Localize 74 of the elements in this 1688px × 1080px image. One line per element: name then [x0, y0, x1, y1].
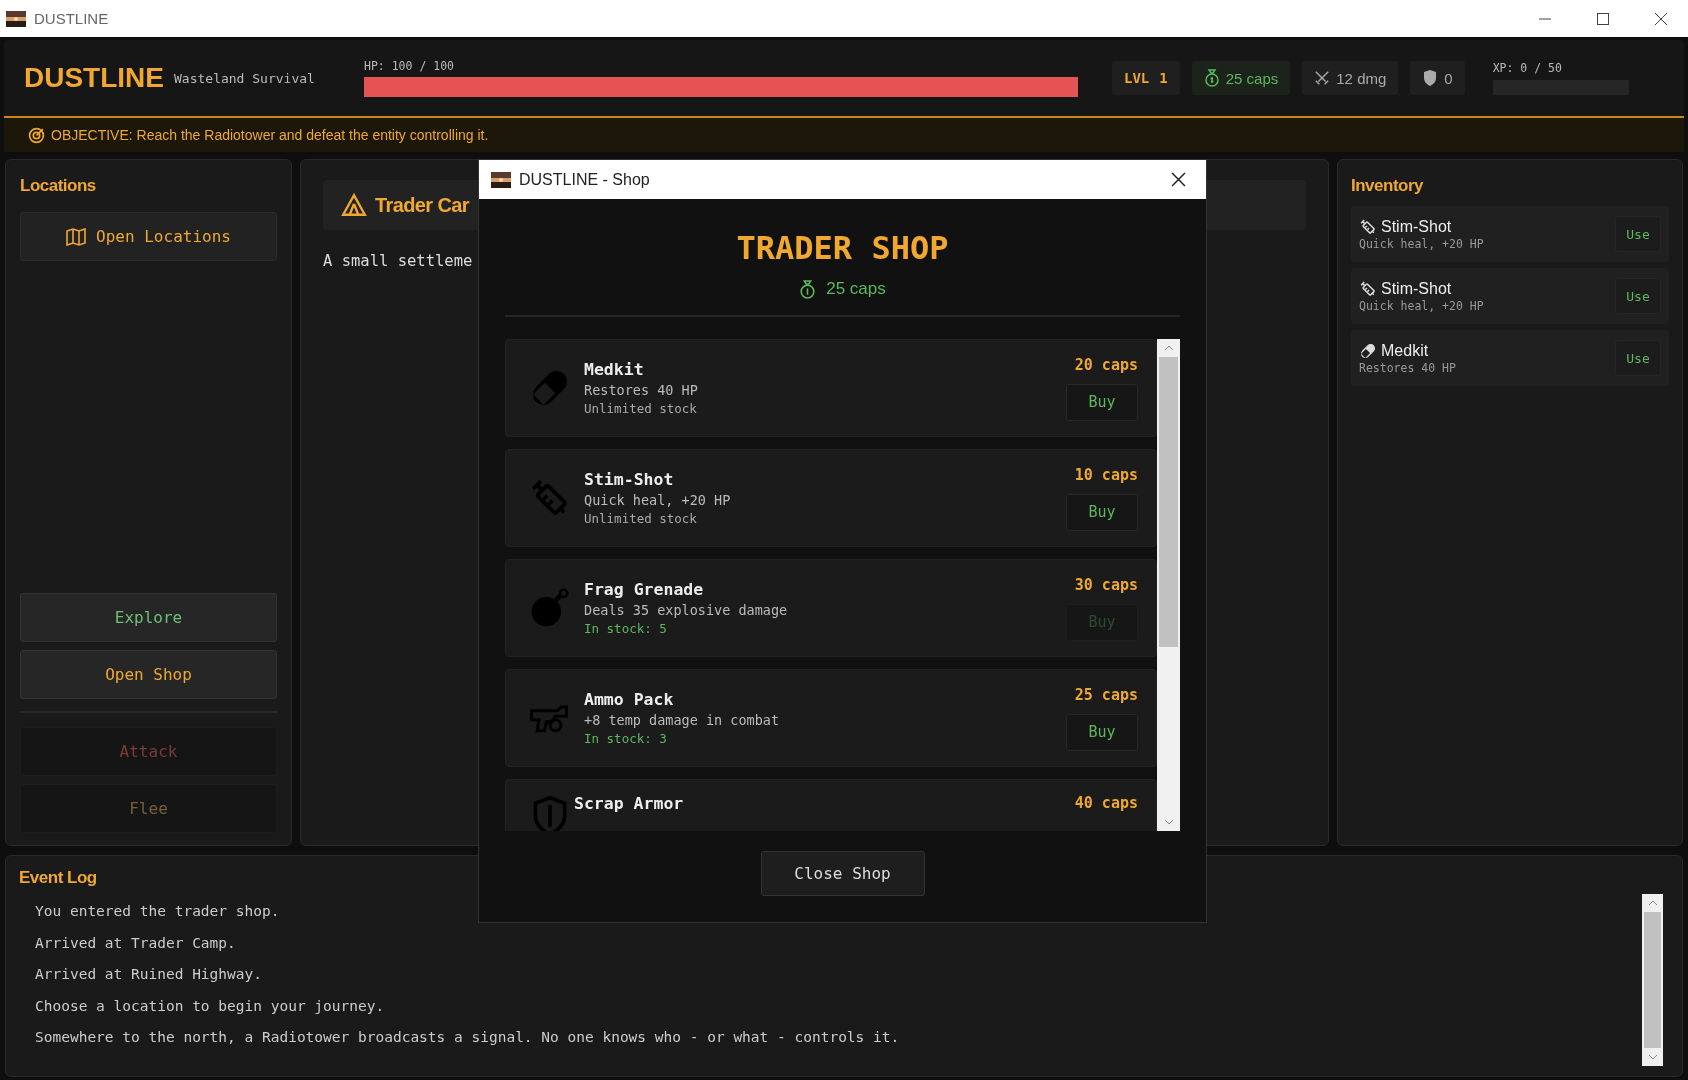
- use-button[interactable]: Use: [1615, 216, 1661, 252]
- map-icon: [66, 227, 87, 246]
- item-name: Frag Grenade: [584, 580, 705, 599]
- game-logo: DUSTLINE: [24, 62, 164, 94]
- caret-up-icon[interactable]: [1163, 345, 1174, 351]
- item-name: Medkit: [1381, 341, 1429, 360]
- item-description: Restores 40 HP: [1359, 360, 1457, 375]
- stock-label: In stock: 3: [584, 731, 668, 746]
- buy-button[interactable]: Buy: [1066, 383, 1138, 421]
- panel-title: Event Log: [19, 868, 97, 888]
- item-name: Medkit: [584, 360, 645, 379]
- hp-label: HP: 100 / 100: [364, 59, 455, 73]
- item-price: 40 caps: [1074, 794, 1138, 812]
- buy-button[interactable]: Buy: [1066, 493, 1138, 531]
- money-bag-icon: [799, 279, 817, 299]
- stock-label: Unlimited stock: [584, 511, 698, 526]
- level-badge: LVL 1: [1112, 61, 1180, 95]
- panel-title: Locations: [20, 176, 96, 196]
- app-icon: [6, 10, 26, 27]
- app-icon: [491, 171, 511, 188]
- stock-label: Unlimited stock: [584, 401, 698, 416]
- item-description: Quick heal, +20 HP: [584, 492, 732, 508]
- damage-badge: 12 dmg: [1302, 61, 1399, 95]
- location-description: A small settleme: [323, 252, 474, 270]
- buy-button[interactable]: Buy: [1066, 713, 1138, 751]
- tent-icon: [341, 193, 367, 217]
- caps-badge: 25 caps: [1191, 61, 1291, 95]
- use-button[interactable]: Use: [1615, 278, 1661, 314]
- log-entry: Arrived at Ruined Highway.: [35, 965, 263, 984]
- item-name: Stim-Shot: [1381, 279, 1452, 298]
- subtitle: Wasteland Survival: [174, 70, 316, 86]
- location-title: Trader Car: [375, 193, 470, 217]
- dialog-title: DUSTLINE - Shop: [519, 170, 650, 189]
- item-price: 20 caps: [1074, 355, 1138, 374]
- panel-title: Inventory: [1351, 176, 1424, 196]
- action-button[interactable]: Explore: [20, 593, 277, 642]
- caret-down-icon[interactable]: [1163, 819, 1174, 825]
- syringe-icon: [1359, 217, 1377, 236]
- objective-text: OBJECTIVE: Reach the Radiotower and defeat the entity controlling it.: [51, 127, 489, 143]
- scrollbar[interactable]: [1642, 894, 1663, 1066]
- close-shop-button[interactable]: Close Shop: [760, 851, 925, 896]
- xp-label: XP: 0 / 50: [1492, 61, 1563, 75]
- item-description: Restores 40 HP: [584, 382, 699, 398]
- scrollbar[interactable]: [1157, 339, 1180, 831]
- item-description: Quick heal, +20 HP: [1359, 236, 1485, 251]
- close-icon[interactable]: [1171, 172, 1186, 187]
- item-price: 30 caps: [1074, 575, 1138, 594]
- item-name: Scrap Armor: [574, 794, 685, 813]
- item-description: Quick heal, +20 HP: [1359, 298, 1485, 313]
- shop-heading: TRADER SHOP: [736, 229, 949, 267]
- syringe-icon: [1359, 279, 1377, 298]
- maximize-icon[interactable]: [1596, 11, 1610, 26]
- log-entry: You entered the trader shop.: [35, 902, 281, 921]
- item-price: 10 caps: [1074, 465, 1138, 484]
- item-name: Stim-Shot: [584, 470, 675, 489]
- action-button[interactable]: Open Shop: [20, 650, 277, 699]
- caret-up-icon[interactable]: [1647, 900, 1658, 906]
- log-entry: Somewhere to the north, a Radiotower broadcasts a signal. No one knows who - or what - controls it.: [35, 1028, 901, 1047]
- open-locations-button[interactable]: Open Locations: [20, 212, 277, 261]
- stock-label: In stock: 5: [584, 621, 668, 636]
- caps-amount: 25 caps: [826, 279, 886, 299]
- log-entry: Choose a location to begin your journey.: [35, 996, 386, 1016]
- armor-badge: 0: [1410, 61, 1465, 95]
- item-description: +8 temp damage in combat: [584, 712, 781, 728]
- log-entry: Arrived at Trader Camp.: [35, 933, 237, 953]
- close-icon[interactable]: [1654, 11, 1668, 26]
- item-price: 25 caps: [1074, 685, 1138, 704]
- item-name: Ammo Pack: [584, 690, 675, 709]
- use-button[interactable]: Use: [1615, 340, 1661, 376]
- item-description: Deals 35 explosive damage: [584, 602, 789, 618]
- window-title: DUSTLINE: [34, 10, 109, 27]
- caret-down-icon[interactable]: [1647, 1054, 1658, 1060]
- target-icon: [28, 126, 45, 144]
- item-name: Stim-Shot: [1381, 217, 1452, 236]
